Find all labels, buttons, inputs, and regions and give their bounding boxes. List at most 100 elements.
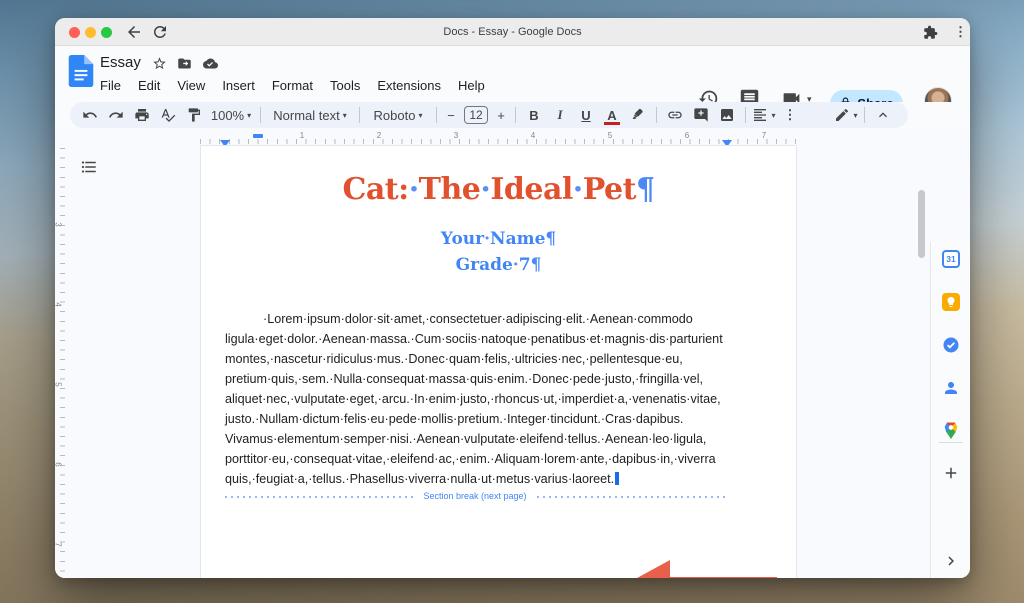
byline-grade[interactable]: Grade·7¶ bbox=[201, 255, 796, 275]
undo-button[interactable] bbox=[78, 104, 102, 126]
body-line[interactable]: ligula·eget·dolor.·Aenean·massa.·Cum·soc… bbox=[225, 329, 725, 349]
insert-link-button[interactable] bbox=[663, 104, 687, 126]
window-title: Docs - Essay - Google Docs bbox=[55, 26, 970, 38]
star-icon[interactable] bbox=[152, 56, 167, 71]
redo-icon bbox=[108, 107, 124, 123]
vertical-scrollbar-thumb[interactable] bbox=[918, 190, 925, 258]
keep-icon[interactable] bbox=[942, 293, 960, 311]
ruler-ticks bbox=[60, 148, 65, 578]
calendar-icon[interactable]: 31 bbox=[942, 250, 960, 268]
menu-help[interactable]: Help bbox=[458, 78, 485, 93]
get-addons-plus-icon[interactable] bbox=[942, 464, 960, 482]
toolbar-separator bbox=[260, 107, 261, 123]
section-break-label: Section break (next page) bbox=[415, 491, 534, 501]
decrease-font-size-button[interactable]: − bbox=[443, 104, 459, 126]
pencil-icon bbox=[834, 107, 850, 123]
docs-logo-icon[interactable] bbox=[68, 55, 94, 87]
browser-window: Docs - Essay - Google Docs ⋮ Essay File … bbox=[55, 18, 970, 578]
document-page[interactable]: Cat:·The·Ideal·Pet¶ Your·Name¶ Grade·7¶ … bbox=[200, 145, 797, 578]
paragraph-style-select[interactable]: Normal text▾ bbox=[267, 104, 353, 126]
body-paragraph[interactable]: ·Lorem·ipsum·dolor·sit·amet,·consectetue… bbox=[225, 309, 725, 489]
insert-image-button[interactable] bbox=[715, 104, 739, 126]
increase-font-size-button[interactable]: + bbox=[493, 104, 509, 126]
font-select[interactable]: Roboto▾ bbox=[366, 104, 430, 126]
image-icon bbox=[719, 107, 735, 123]
body-line[interactable]: aliquet·nec,·vulputate·eget,·arcu.·In·en… bbox=[225, 389, 725, 409]
add-comment-button[interactable] bbox=[689, 104, 713, 126]
editing-mode-dropdown-icon: ▾ bbox=[853, 111, 857, 120]
docs-header: Essay File Edit View Insert Format Tools… bbox=[55, 46, 970, 102]
tasks-icon[interactable] bbox=[942, 336, 960, 354]
zoom-dropdown-icon: ▾ bbox=[247, 111, 251, 120]
body-line[interactable]: Vivamus·elementum·semper·nisi.·Aenean·vu… bbox=[225, 429, 725, 449]
body-line[interactable]: quis,·feugiat·a,·tellus.·Phasellus·viver… bbox=[225, 469, 725, 489]
body-line[interactable]: porttitor·eu,·consequat·vitae,·eleifend·… bbox=[225, 449, 725, 469]
horizontal-ruler[interactable]: 1 2 3 4 5 6 7 bbox=[200, 131, 797, 146]
ruler-number: 3 bbox=[454, 131, 458, 140]
menu-file[interactable]: File bbox=[100, 78, 121, 93]
body-line[interactable]: montes,·nascetur·ridiculus·mus.·Donec·qu… bbox=[225, 349, 725, 369]
show-outline-icon[interactable] bbox=[80, 158, 98, 176]
zoom-select[interactable]: 100%▾ bbox=[208, 104, 254, 126]
toolbar-separator bbox=[656, 107, 657, 123]
font-size-input[interactable]: 12 bbox=[464, 106, 488, 124]
ruler-number: 2 bbox=[377, 131, 381, 140]
body-line[interactable]: ·Lorem·ipsum·dolor·sit·amet,·consectetue… bbox=[225, 309, 725, 329]
byline-name[interactable]: Your·Name¶ bbox=[201, 229, 796, 249]
editing-mode-button[interactable]: ▾ bbox=[834, 104, 858, 126]
space-dot: · bbox=[409, 172, 419, 207]
body-line[interactable]: justo.·Nullam·dictum·felis·eu·pede·molli… bbox=[225, 409, 725, 429]
menu-extensions[interactable]: Extensions bbox=[377, 78, 441, 93]
menu-bar: File Edit View Insert Format Tools Exten… bbox=[100, 78, 485, 93]
spellcheck-button[interactable] bbox=[156, 104, 180, 126]
text-color-button[interactable]: A bbox=[600, 104, 624, 126]
body-line[interactable]: pretium·quis,·sem.·Nulla·consequat·massa… bbox=[225, 369, 725, 389]
extensions-puzzle-icon[interactable] bbox=[923, 25, 938, 40]
move-folder-icon[interactable] bbox=[177, 56, 192, 71]
side-panel-divider bbox=[939, 442, 963, 443]
ruler-number: 7 bbox=[762, 131, 766, 140]
menu-edit[interactable]: Edit bbox=[138, 78, 160, 93]
italic-button[interactable]: I bbox=[548, 104, 572, 126]
hide-menus-button[interactable] bbox=[871, 104, 895, 126]
bold-button[interactable]: B bbox=[522, 104, 546, 126]
menu-insert[interactable]: Insert bbox=[222, 78, 255, 93]
menu-tools[interactable]: Tools bbox=[330, 78, 360, 93]
toolbar-separator bbox=[745, 107, 746, 123]
spellcheck-icon bbox=[160, 107, 176, 123]
ruler-number: 6 bbox=[55, 462, 63, 466]
highlighter-icon bbox=[630, 107, 646, 123]
browser-menu-icon[interactable]: ⋮ bbox=[954, 24, 967, 40]
underline-button[interactable]: U bbox=[574, 104, 598, 126]
ruler-number: 1 bbox=[300, 131, 304, 140]
lightbulb-icon bbox=[945, 296, 957, 308]
ruler-number: 4 bbox=[531, 131, 535, 140]
essay-title[interactable]: Cat:·The·Ideal·Pet¶ bbox=[201, 172, 796, 207]
menu-format[interactable]: Format bbox=[272, 78, 313, 93]
add-comment-icon bbox=[693, 107, 709, 123]
text-color-swatch bbox=[604, 122, 620, 125]
redo-button[interactable] bbox=[104, 104, 128, 126]
ruler-number: 5 bbox=[608, 131, 612, 140]
align-dropdown-icon: ▾ bbox=[771, 111, 775, 120]
highlight-color-button[interactable] bbox=[626, 104, 650, 126]
vertical-ruler[interactable]: 3 4 5 6 7 bbox=[55, 148, 69, 578]
browser-titlebar: Docs - Essay - Google Docs ⋮ bbox=[55, 18, 970, 46]
maps-icon[interactable] bbox=[942, 421, 960, 439]
align-button[interactable]: ▾ bbox=[752, 104, 776, 126]
document-title-input[interactable]: Essay bbox=[100, 54, 141, 71]
pilcrow-mark: ¶ bbox=[531, 255, 542, 275]
ruler-number: 5 bbox=[55, 382, 63, 386]
contacts-icon[interactable] bbox=[942, 379, 960, 397]
toolbar-separator bbox=[864, 107, 865, 123]
more-toolbar-options-button[interactable]: ⋮ bbox=[778, 104, 802, 126]
print-button[interactable] bbox=[130, 104, 154, 126]
toolbar-separator bbox=[436, 107, 437, 123]
undo-icon bbox=[82, 107, 98, 123]
paint-format-button[interactable] bbox=[182, 104, 206, 126]
expand-chevron-icon[interactable] bbox=[942, 552, 960, 570]
ruler-ticks bbox=[200, 139, 797, 144]
menu-view[interactable]: View bbox=[177, 78, 205, 93]
cloud-status-icon[interactable] bbox=[203, 56, 218, 71]
first-line-indent-marker[interactable] bbox=[253, 134, 263, 138]
